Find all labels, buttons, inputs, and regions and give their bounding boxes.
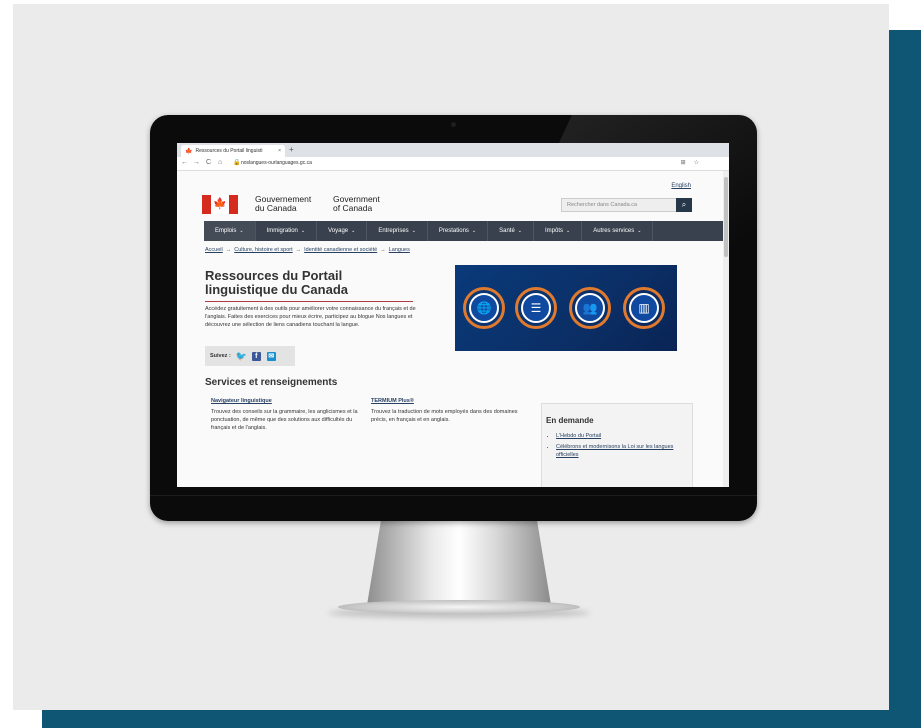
service-link-navigateur[interactable]: Navigateur linguistique xyxy=(211,398,272,404)
twitter-icon[interactable]: 🐦 xyxy=(236,351,247,361)
scrollbar-thumb[interactable] xyxy=(724,177,728,257)
main-menu: Emplois ⌄ Immigration ⌄ Voyage ⌄ Entreprise… xyxy=(204,221,723,241)
monitor-stand-neck xyxy=(366,521,552,611)
new-tab-button[interactable]: + xyxy=(289,145,294,154)
services-heading: Services et renseignements xyxy=(205,377,338,388)
wordmark-fr-line2: du Canada xyxy=(255,203,297,213)
in-demand-list: L'Hebdo du Portail Célébrons et modernis… xyxy=(546,432,692,462)
menu-item-entreprises[interactable]: Entreprises ⌄ xyxy=(367,221,428,241)
reload-icon[interactable]: C xyxy=(206,159,211,166)
chevron-down-icon: ⌄ xyxy=(239,228,244,234)
menu-item-prestations[interactable]: Prestations ⌄ xyxy=(428,221,489,241)
menu-item-impots[interactable]: Impôts ⌄ xyxy=(534,221,583,241)
menu-item-voyage[interactable]: Voyage ⌄ xyxy=(317,221,368,241)
wordmark-fr[interactable]: Gouvernement du Canada xyxy=(255,195,311,213)
facebook-icon[interactable]: f xyxy=(251,351,261,361)
bookmark-star-icon[interactable]: ☆ xyxy=(694,159,699,166)
breadcrumb-link[interactable]: Culture, histoire et sport xyxy=(234,247,292,253)
page-scrollbar[interactable] xyxy=(723,171,729,487)
breadcrumb-link[interactable]: Accueil xyxy=(205,247,223,253)
breadcrumb-separator: → xyxy=(295,247,302,253)
lock-icon: 🔒 xyxy=(233,160,241,166)
bezel-edge xyxy=(150,495,757,496)
breadcrumb-link[interactable]: Langues xyxy=(389,247,410,253)
wordmark-en-line2: of Canada xyxy=(333,203,373,213)
breadcrumb-separator: → xyxy=(225,247,232,253)
follow-bar: Suivez : 🐦 f ✉ xyxy=(205,346,295,366)
breadcrumb-link[interactable]: Identité canadienne et société xyxy=(304,247,377,253)
menu-item-immigration[interactable]: Immigration ⌄ xyxy=(256,221,318,241)
email-icon[interactable]: ✉ xyxy=(266,351,276,361)
url-field[interactable]: noslangues-ourlanguages.gc.ca xyxy=(241,160,312,166)
search-button[interactable]: ⌕ xyxy=(676,198,692,212)
wordmark-en[interactable]: Government of Canada xyxy=(333,195,380,213)
search-input[interactable]: Rechercher dans Canada.ca xyxy=(561,198,677,212)
service-link-termium[interactable]: TERMIUM Plus® xyxy=(371,398,414,404)
camera-dot xyxy=(451,122,456,127)
browser-tabbar: 🍁 Ressources du Portail linguisti × + xyxy=(177,143,729,157)
people-icon: 👥 xyxy=(569,287,611,329)
language-toggle-link[interactable]: English xyxy=(671,183,691,189)
intro-paragraph: Accédez gratuitement à des outils pour a… xyxy=(205,306,416,328)
browser-window: 🍁 Ressources du Portail linguisti × + ← … xyxy=(177,143,729,487)
follow-label: Suivez : xyxy=(210,353,231,359)
feature-banner-image: 🌐 ☰ 👥 ▥ xyxy=(455,265,677,351)
magnifier-icon: ☰ xyxy=(515,287,557,329)
page-title: Ressources du Portail linguistique du Ca… xyxy=(205,268,349,297)
chevron-down-icon: ⌄ xyxy=(300,228,306,234)
monitor-stand-base xyxy=(338,600,580,614)
chevron-down-icon: ⌄ xyxy=(517,228,522,234)
address-bar: ← → C ⌂ 🔒 noslangues-ourlanguages.gc.ca … xyxy=(177,157,729,171)
in-demand-link[interactable]: Célébrons et modernisons la Loi sur les … xyxy=(556,443,692,459)
breadcrumb-separator: → xyxy=(380,247,386,253)
tab-close-icon[interactable]: × xyxy=(278,148,281,154)
service-desc-termium: Trouvez la traduction de mots employés d… xyxy=(371,409,518,423)
translate-icon[interactable]: ⊞ xyxy=(681,159,686,166)
menu-item-emplois[interactable]: Emplois ⌄ xyxy=(204,221,256,241)
monitor-bezel: 🍁 Ressources du Portail linguisti × + ← … xyxy=(150,115,757,521)
books-icon: ▥ xyxy=(623,287,665,329)
browser-tab[interactable]: 🍁 Ressources du Portail linguisti × xyxy=(181,145,285,157)
title-underline xyxy=(205,301,413,302)
chevron-down-icon: ⌄ xyxy=(566,228,571,234)
chevron-down-icon: ⌄ xyxy=(637,228,642,234)
chevron-down-icon: ⌄ xyxy=(411,228,416,234)
canada-flag-icon: 🍁 xyxy=(202,195,238,214)
globe-icon: 🌐 xyxy=(463,287,505,329)
breadcrumb: Accueil → Culture, histoire et sport → Ident… xyxy=(205,247,410,253)
in-demand-link[interactable]: L'Hebdo du Portail xyxy=(556,432,692,440)
forward-arrow-icon[interactable]: → xyxy=(193,159,200,166)
web-page: English 🍁 Gouvernement du Canada Governm… xyxy=(177,171,723,487)
service-desc-navigateur: Trouvez des conseils sur la grammaire, l… xyxy=(211,409,358,431)
home-icon[interactable]: ⌂ xyxy=(218,159,222,166)
chevron-down-icon: ⌄ xyxy=(351,228,356,234)
menu-item-sante[interactable]: Santé ⌄ xyxy=(488,221,534,241)
in-demand-heading: En demande xyxy=(546,416,594,425)
menu-item-autres-services[interactable]: Autres services ⌄ xyxy=(582,221,654,241)
back-arrow-icon[interactable]: ← xyxy=(181,159,188,166)
search-icon: ⌕ xyxy=(681,200,687,209)
maple-leaf-favicon-icon: 🍁 xyxy=(185,148,193,155)
tab-title: Ressources du Portail linguisti xyxy=(195,148,263,154)
in-demand-panel: En demande L'Hebdo du Portail Célébrons … xyxy=(541,403,693,487)
chevron-down-icon: ⌄ xyxy=(471,228,477,234)
